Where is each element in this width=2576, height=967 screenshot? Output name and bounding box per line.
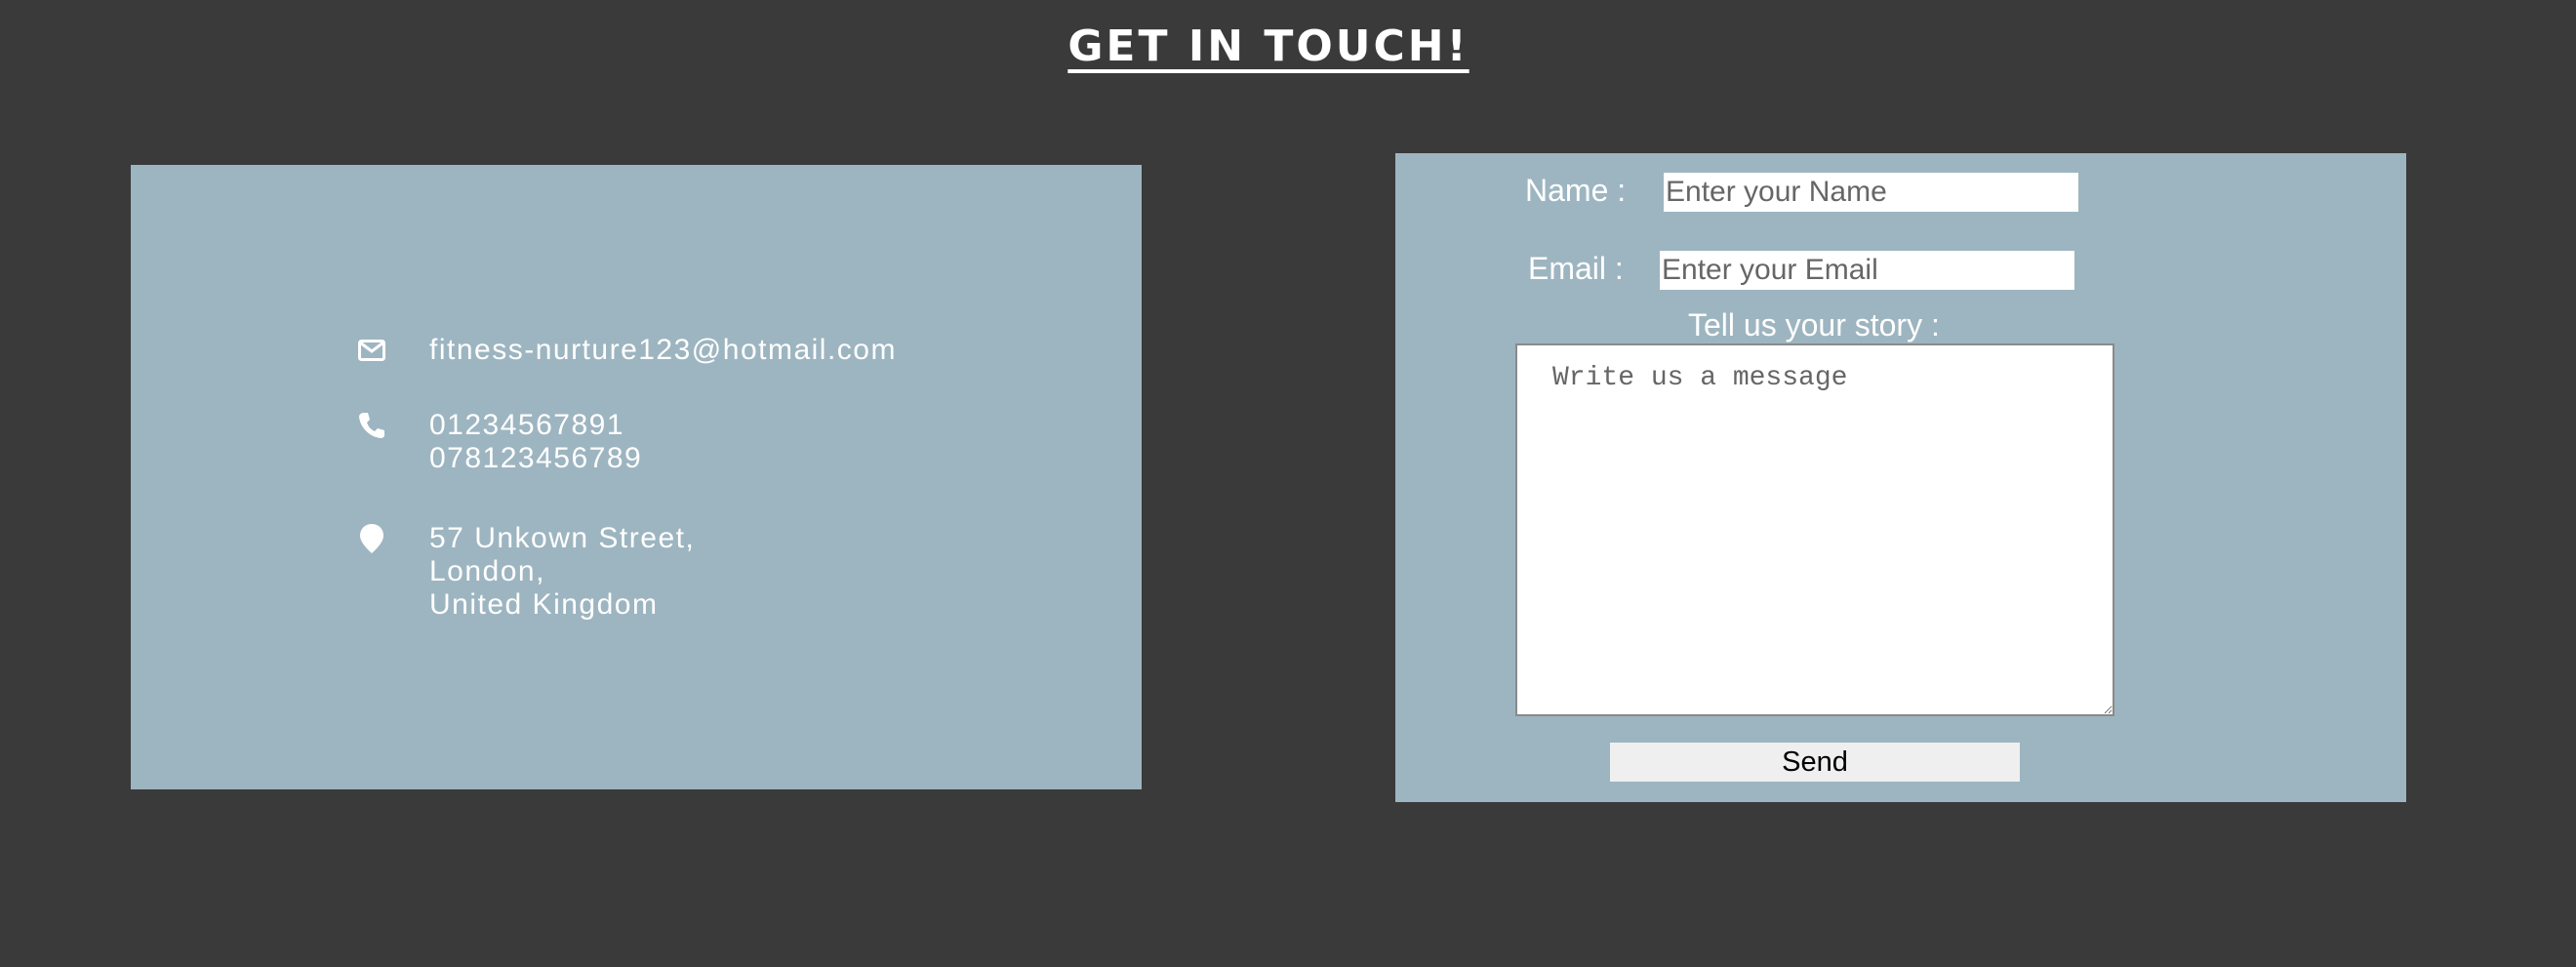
contact-address-text: 57 Unkown Street, London, United Kingdom [429,522,695,622]
name-label: Name : [1525,173,1627,208]
phone-number-1: 01234567891 [429,409,625,441]
address-line-3: United Kingdom [429,588,659,621]
story-label: Tell us your story : [1688,307,1940,342]
contact-info-card: fitness-nurture123@hotmail.com 012345678… [131,165,1142,789]
contact-phone-text: 01234567891 078123456789 [429,409,642,475]
contact-form-card: Name : Email : Tell us your story : Send [1395,153,2406,802]
message-textarea[interactable] [1515,343,2114,716]
name-input[interactable] [1664,173,2078,212]
phone-number-2: 078123456789 [429,442,643,474]
envelope-icon [355,334,388,367]
email-input[interactable] [1660,251,2074,290]
contact-address-row: 57 Unkown Street, London, United Kingdom [355,522,695,622]
contact-email-row: fitness-nurture123@hotmail.com [355,334,897,367]
send-button[interactable]: Send [1610,743,2020,782]
address-line-2: London, [429,555,545,587]
page-title: GET IN TOUCH! [1067,21,1469,71]
phone-icon [355,409,388,442]
address-line-1: 57 Unkown Street, [429,522,696,554]
contact-phone-row: 01234567891 078123456789 [355,409,642,475]
map-marker-icon [355,522,388,555]
contact-email-text: fitness-nurture123@hotmail.com [429,334,897,366]
email-label: Email : [1528,251,1624,286]
